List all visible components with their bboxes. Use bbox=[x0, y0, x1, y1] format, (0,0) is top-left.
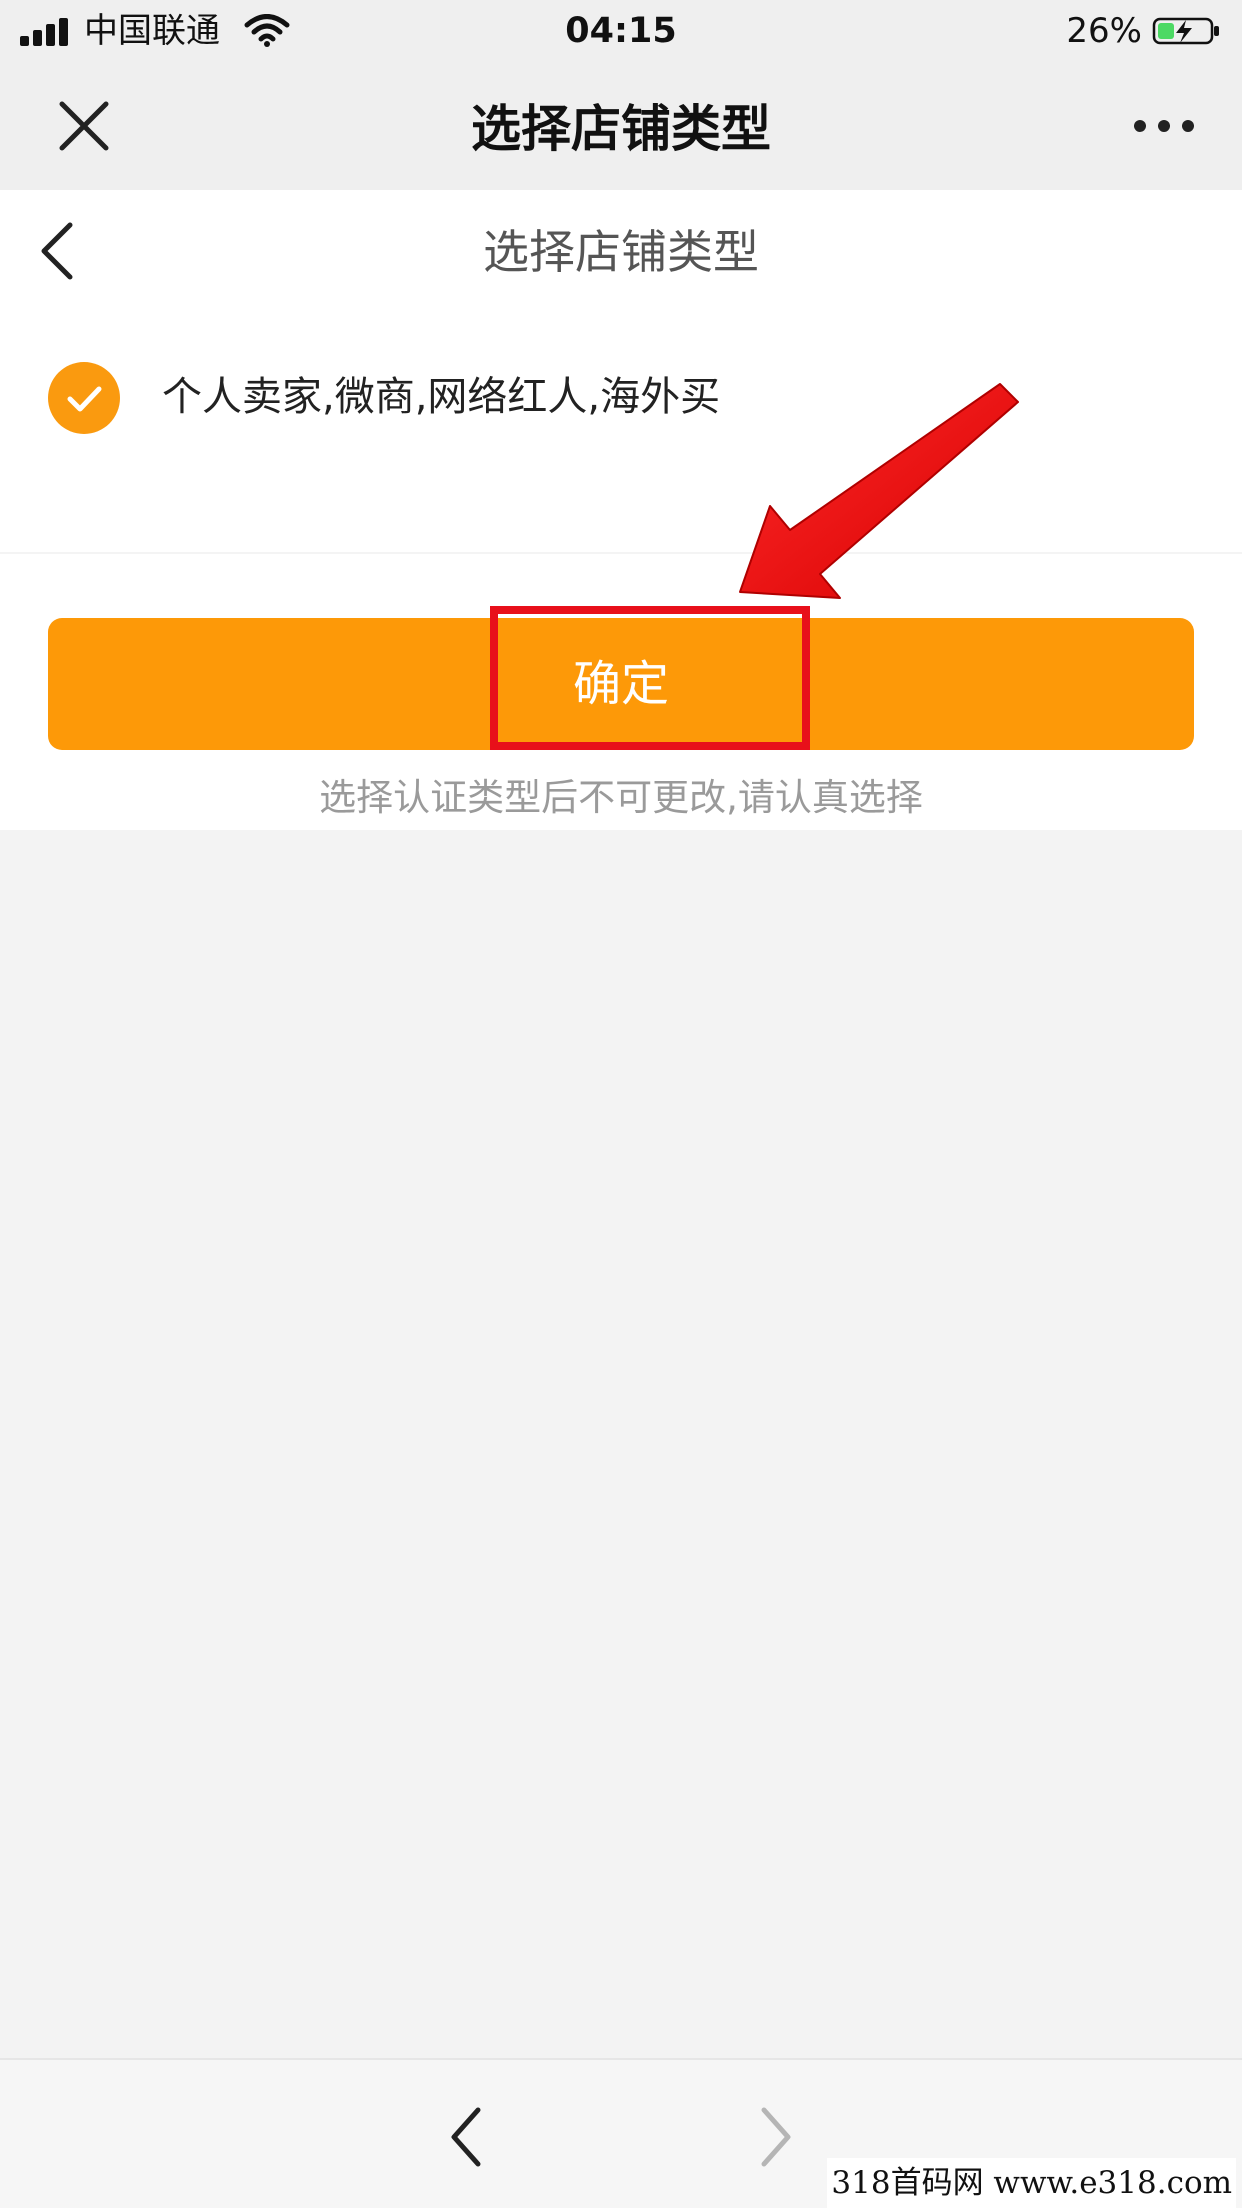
more-icon[interactable] bbox=[1128, 102, 1200, 150]
chevron-right-icon[interactable] bbox=[742, 2102, 802, 2172]
watermark: 318首码网 www.e318.com bbox=[827, 2158, 1236, 2208]
checkmark-icon[interactable] bbox=[48, 362, 120, 434]
option-label: 个人卖家,微商,网络红人,海外买 bbox=[162, 374, 721, 420]
chevron-left-icon[interactable] bbox=[440, 2102, 500, 2172]
title-bar: 选择店铺类型 bbox=[0, 62, 1242, 190]
battery-percentage: 26% bbox=[1066, 11, 1142, 51]
status-bar: 中国联通 04:15 26% bbox=[0, 0, 1242, 62]
divider bbox=[0, 552, 1242, 554]
annotation-highlight-box bbox=[490, 606, 810, 750]
page-title: 选择店铺类型 bbox=[483, 225, 759, 279]
window-title: 选择店铺类型 bbox=[471, 100, 771, 158]
battery-charging-icon bbox=[1152, 17, 1219, 45]
annotation-arrow-icon bbox=[739, 383, 1019, 599]
bottom-toolbar: 318首码网 www.e318.com bbox=[0, 2058, 1242, 2208]
clock: 04:15 bbox=[565, 11, 677, 51]
screen: 中国联通 04:15 26% 选择店铺类型 选择店铺类型 个人卖家,微商,网络红… bbox=[0, 0, 1242, 2208]
shop-type-option[interactable]: 个人卖家,微商,网络红人,海外买 bbox=[0, 358, 1242, 440]
warning-text: 选择认证类型后不可更改,请认真选择 bbox=[319, 776, 923, 819]
